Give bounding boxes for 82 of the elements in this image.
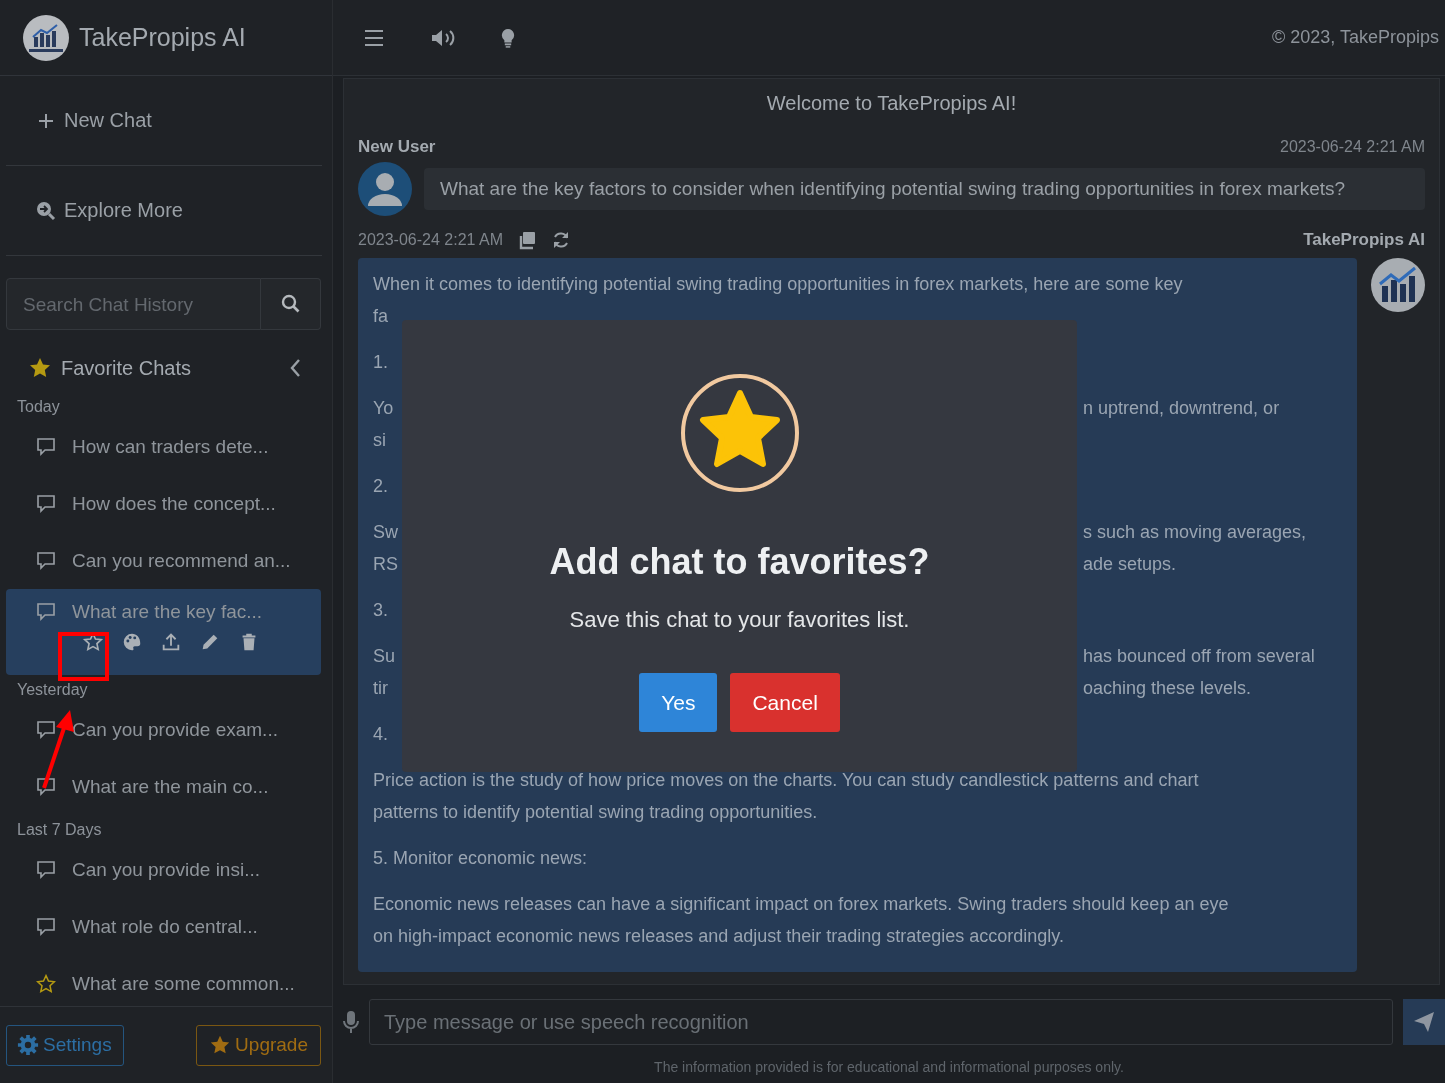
message-text: Yo xyxy=(373,397,394,420)
search-arrow-icon xyxy=(36,200,56,221)
copy-icon[interactable] xyxy=(517,230,537,250)
message-text: on high-impact economic news releases and adjust their trading strategies accordingly. xyxy=(373,925,1065,948)
chat-bubble-icon xyxy=(36,859,56,880)
chat-bubble-icon xyxy=(36,436,56,457)
new-chat-link[interactable]: New Chat xyxy=(36,109,152,132)
message-text: RS xyxy=(373,553,398,576)
send-button[interactable] xyxy=(1403,999,1445,1045)
group-label: Last 7 Days xyxy=(16,820,103,840)
yes-button[interactable]: Yes xyxy=(639,673,718,732)
chevron-icon[interactable] xyxy=(289,358,301,378)
message-text: 2. xyxy=(373,475,388,498)
chat-history-item[interactable]: How does the concept... xyxy=(6,475,321,532)
dialog-title: Add chat to favorites? xyxy=(549,541,930,583)
message-text: ade setups. xyxy=(1083,553,1177,576)
message-text: fa xyxy=(373,305,388,328)
message-text: s such as moving averages, xyxy=(1083,521,1307,544)
logo-icon xyxy=(23,14,69,61)
explore-link[interactable]: Explore More xyxy=(36,199,183,222)
star-icon xyxy=(36,973,56,994)
search-button[interactable] xyxy=(261,278,321,330)
palette-icon[interactable] xyxy=(121,631,143,653)
microphone-icon[interactable] xyxy=(343,1010,359,1034)
app-title: TakePropips AI xyxy=(79,23,246,52)
user-message: What are the key factors to consider when identifying potential swing trading opportunities in forex markets? xyxy=(424,168,1425,210)
star-icon xyxy=(209,1034,232,1056)
message-text: When it comes to identifying potential swing trading opportunities in forex markets, here are some key xyxy=(373,273,1183,296)
timestamp: 2023-06-24 2:21 AM xyxy=(1280,138,1425,156)
chat-bubble-icon xyxy=(36,550,56,571)
user-avatar-icon xyxy=(358,162,412,216)
chat-bubble-icon xyxy=(36,493,56,514)
group-label: Yesterday xyxy=(16,680,89,700)
chat-history-item[interactable]: What are the key fac... xyxy=(6,589,321,675)
chat-history-item[interactable]: What are the main co... xyxy=(6,758,321,815)
upgrade-button[interactable]: Upgrade xyxy=(196,1024,321,1066)
chat-history-item[interactable]: How can traders dete... xyxy=(6,418,321,475)
message-text: has bounced off from several xyxy=(1083,645,1315,668)
chat-history-item[interactable]: Can you recommend an... xyxy=(6,532,321,589)
highlight-box xyxy=(58,632,109,681)
message-text: Sw xyxy=(373,521,398,544)
message-text: tir xyxy=(373,677,388,700)
author-name: TakePropips AI xyxy=(1303,230,1425,250)
message-text: Price action is the study of how price moves on the charts. You can study candlestick patterns and chart xyxy=(373,769,1199,792)
message-text: oaching these levels. xyxy=(1083,677,1252,700)
message-text: patterns to identify potential swing trading opportunities. xyxy=(373,801,818,824)
copyright-text: © 2023, TakePropips xyxy=(1271,27,1440,48)
chat-history-item[interactable]: Can you provide insi... xyxy=(6,841,321,898)
search-field[interactable]: Search Chat History xyxy=(6,278,261,330)
chat-history-item[interactable]: What are some common... xyxy=(6,955,321,1006)
message-text: si xyxy=(373,429,386,452)
search-icon xyxy=(280,294,301,314)
message-text: Su xyxy=(373,645,396,668)
gear-icon xyxy=(17,1034,39,1056)
chat-history-item[interactable]: What role do central... xyxy=(6,898,321,955)
star-icon xyxy=(28,356,52,380)
favorites-heading: Favorite Chats xyxy=(61,356,193,380)
author-name: New User xyxy=(358,137,436,157)
chat-bubble-icon xyxy=(36,719,56,740)
paper-plane-icon xyxy=(1412,1010,1436,1034)
cancel-button[interactable]: Cancel xyxy=(730,673,840,732)
settings-button[interactable]: Settings xyxy=(6,1024,124,1066)
chat-history-item[interactable]: Can you provide exam... xyxy=(6,701,321,758)
message-text: 1. xyxy=(373,351,388,374)
chat-bubble-icon xyxy=(36,916,56,937)
chat-bubble-icon xyxy=(36,776,56,797)
dialog-text: Save this chat to your favorites list. xyxy=(569,607,910,633)
message-text: 4. xyxy=(373,723,388,746)
message-text: n uptrend, downtrend, or xyxy=(1083,397,1280,420)
refresh-icon[interactable] xyxy=(551,230,571,250)
disclaimer-text: The information provided is for educational and informational purposes only. xyxy=(653,1058,1125,1077)
group-label: Today xyxy=(16,397,61,417)
message-text: 3. xyxy=(373,599,388,622)
chat-bubble-icon xyxy=(36,602,56,622)
menu-icon[interactable] xyxy=(364,27,384,48)
upload-icon[interactable] xyxy=(160,631,182,653)
message-input[interactable]: Type message or use speech recognition xyxy=(369,999,1393,1045)
timestamp: 2023-06-24 2:21 AM xyxy=(358,231,503,249)
message-text: 5. Monitor economic news: xyxy=(373,847,588,870)
message-text: Economic news releases can have a significant impact on forex markets. Swing traders should keep an eye xyxy=(373,893,1229,916)
bot-avatar-icon xyxy=(1371,258,1425,312)
welcome-text: Welcome to TakePropips AI! xyxy=(765,91,1018,116)
